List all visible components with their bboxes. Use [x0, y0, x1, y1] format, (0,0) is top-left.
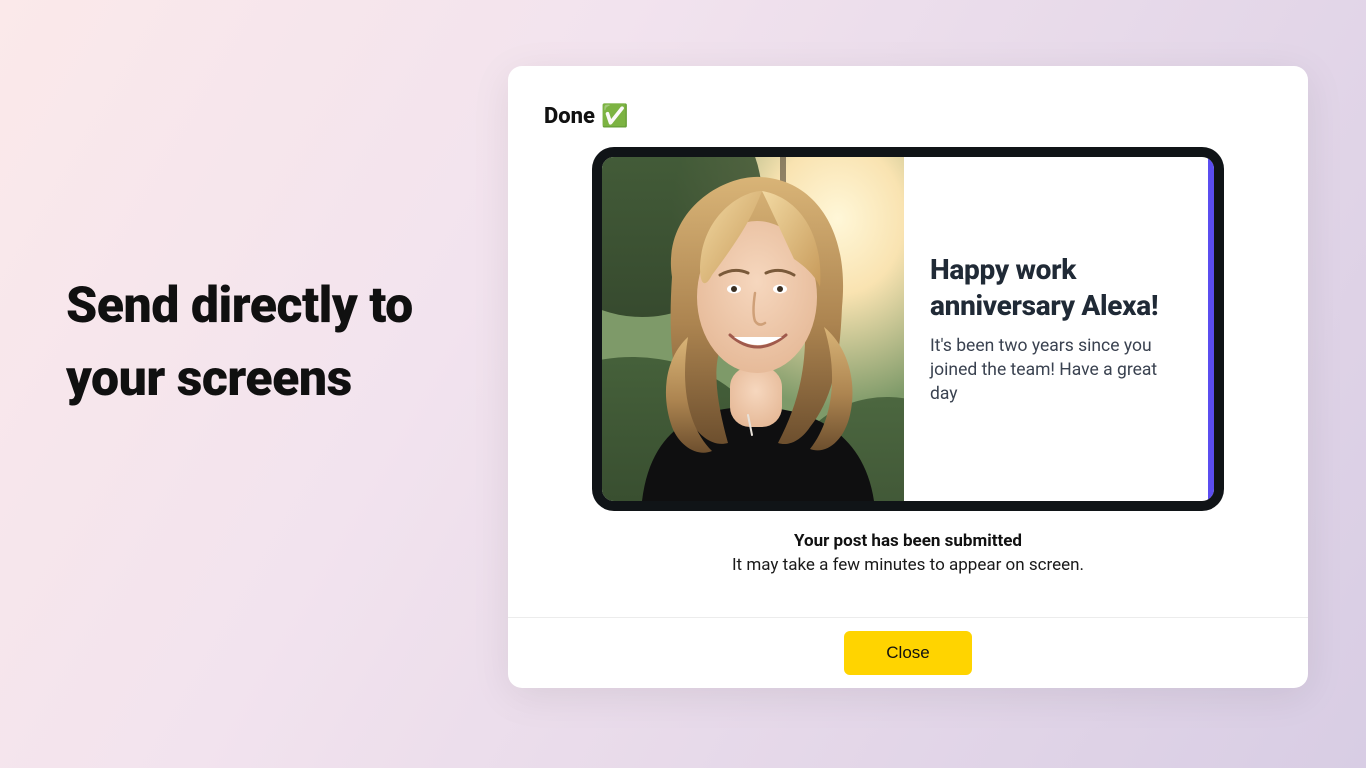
- preview-text-panel: Happy work anniversary Alexa! It's been …: [904, 157, 1214, 501]
- close-button[interactable]: Close: [844, 631, 971, 675]
- confirmation-modal: Done ✅: [508, 66, 1308, 688]
- preview-image: [602, 157, 904, 501]
- preview-title: Happy work anniversary Alexa!: [930, 252, 1188, 324]
- submission-status-sub: It may take a few minutes to appear on s…: [544, 555, 1272, 575]
- hero-headline: Send directly to your screens: [66, 270, 466, 415]
- done-status: Done ✅: [544, 104, 1272, 129]
- done-status-text: Done: [544, 104, 595, 129]
- modal-footer: Close: [508, 617, 1308, 688]
- preview-body: It's been two years since you joined the…: [930, 334, 1188, 406]
- submission-status-headline: Your post has been submitted: [544, 531, 1272, 551]
- submission-status: Your post has been submitted It may take…: [544, 531, 1272, 575]
- screen-preview-frame: Happy work anniversary Alexa! It's been …: [592, 147, 1224, 511]
- checkmark-icon: ✅: [601, 104, 628, 129]
